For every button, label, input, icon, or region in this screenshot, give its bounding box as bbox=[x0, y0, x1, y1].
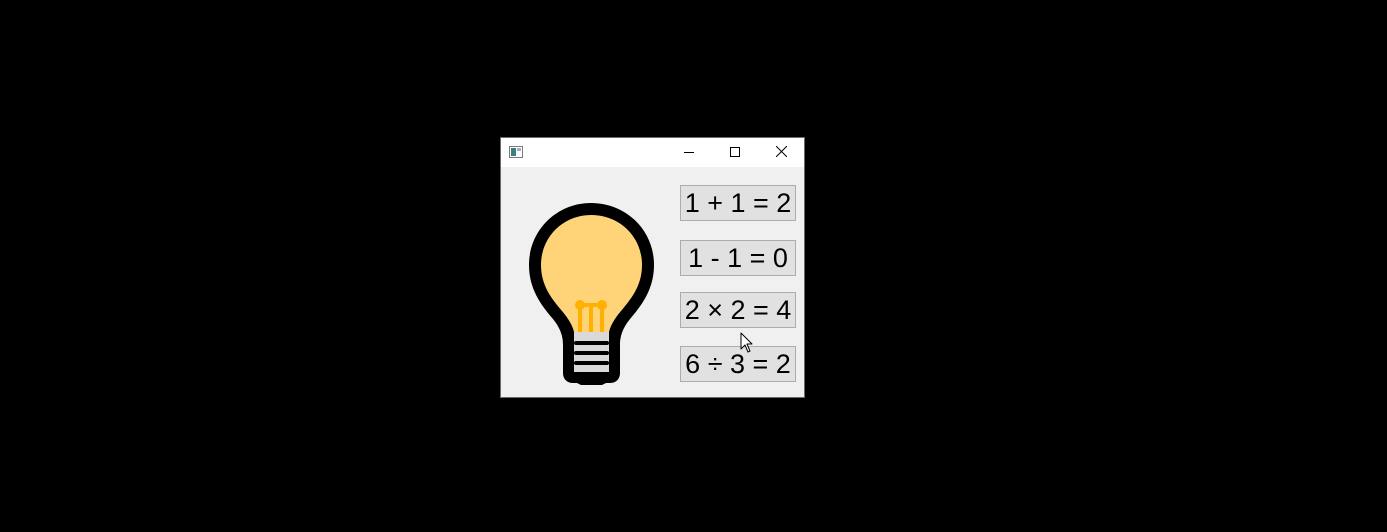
maximize-icon bbox=[730, 144, 740, 162]
title-bar[interactable] bbox=[501, 138, 804, 167]
close-button[interactable] bbox=[758, 138, 804, 167]
math-button-subtract[interactable]: 1 - 1 = 0 bbox=[680, 240, 796, 276]
close-icon bbox=[775, 144, 787, 162]
math-button-divide[interactable]: 6 ÷ 3 = 2 bbox=[680, 346, 796, 382]
maximize-button[interactable] bbox=[712, 138, 758, 167]
math-button-multiply[interactable]: 2 × 2 = 4 bbox=[680, 292, 796, 328]
minimize-icon bbox=[684, 144, 694, 162]
minimize-button[interactable] bbox=[666, 138, 712, 167]
math-button-add[interactable]: 1 + 1 = 2 bbox=[680, 185, 796, 221]
client-area: 1 + 1 = 2 1 - 1 = 0 2 × 2 = 4 6 ÷ 3 = 2 bbox=[501, 167, 804, 397]
lightbulb-icon bbox=[529, 203, 654, 385]
app-icon bbox=[509, 145, 523, 158]
mouse-cursor-icon bbox=[740, 332, 754, 354]
app-window: 1 + 1 = 2 1 - 1 = 0 2 × 2 = 4 6 ÷ 3 = 2 bbox=[500, 137, 805, 398]
